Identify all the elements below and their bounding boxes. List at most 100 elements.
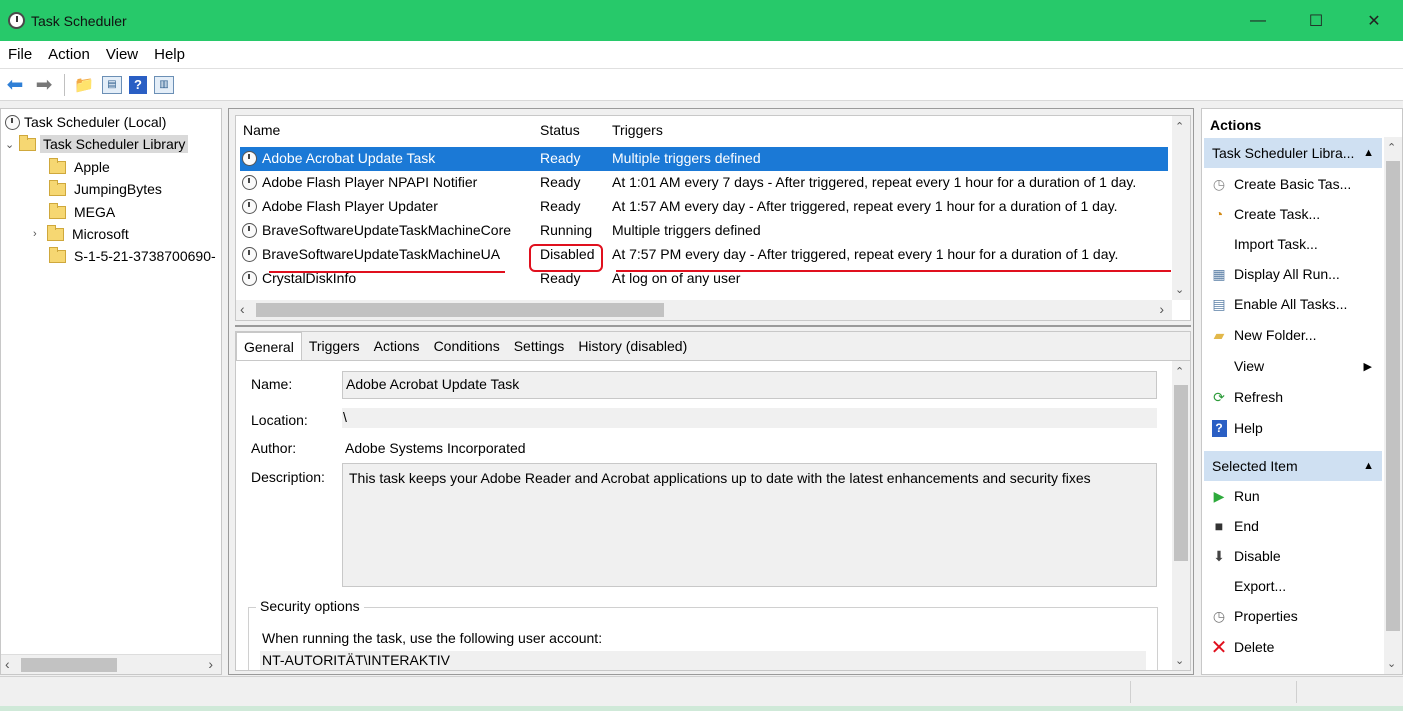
scroll-right-icon[interactable]: › <box>1159 301 1164 317</box>
minimize-button[interactable]: — <box>1229 0 1287 41</box>
name-label: Name: <box>251 376 293 392</box>
menu-file[interactable]: File <box>0 46 40 63</box>
author-field[interactable]: Adobe Systems Incorporated <box>342 436 1157 460</box>
new-folder-action[interactable]: ▰ New Folder... <box>1204 320 1382 350</box>
tree-item-apple[interactable]: Apple <box>49 156 110 178</box>
tab-triggers[interactable]: Triggers <box>302 332 367 360</box>
collapse-icon[interactable]: ▲ <box>1363 460 1374 472</box>
submenu-arrow-icon: ▶ <box>1363 360 1372 373</box>
scroll-right-icon[interactable]: › <box>208 656 213 672</box>
scroll-left-icon[interactable]: ‹ <box>5 656 10 672</box>
scrollbar-thumb[interactable] <box>256 303 664 317</box>
tree-item-microsoft[interactable]: › Microsoft <box>33 223 129 245</box>
export-action[interactable]: Export... <box>1204 571 1382 601</box>
menu-help[interactable]: Help <box>146 46 193 63</box>
table-row[interactable]: BraveSoftwareUpdateTaskMachineCore Runni… <box>240 219 1168 243</box>
table-row[interactable]: Adobe Flash Player Updater Ready At 1:57… <box>240 195 1168 219</box>
refresh-icon: ⟳ <box>1213 388 1225 405</box>
pane-splitter[interactable] <box>235 325 1191 327</box>
show-hide-action-pane-icon[interactable]: ▥ <box>154 75 174 94</box>
properties-action[interactable]: ◷ Properties <box>1204 601 1382 631</box>
collapse-icon[interactable]: ▲ <box>1363 147 1374 159</box>
scrollbar-thumb[interactable] <box>21 658 117 672</box>
folder-icon <box>49 157 66 174</box>
column-header-name[interactable]: Name <box>243 122 280 138</box>
tab-history[interactable]: History (disabled) <box>571 332 694 360</box>
user-account-field[interactable]: NT-AUTORITÄT\INTERAKTIV <box>260 651 1146 670</box>
help-icon: ? <box>1204 419 1234 437</box>
task-list-horizontal-scrollbar[interactable]: ‹ › <box>236 300 1172 320</box>
menu-view[interactable]: View <box>98 46 146 63</box>
task-list-vertical-scrollbar[interactable]: ⌃ ⌄ <box>1172 116 1190 300</box>
tab-conditions[interactable]: Conditions <box>427 332 507 360</box>
delete-action[interactable]: ✕ Delete <box>1204 632 1382 662</box>
disable-action[interactable]: ⬇ Disable <box>1204 541 1382 571</box>
table-row[interactable]: BraveSoftwareUpdateTaskMachineUA Disable… <box>240 243 1168 267</box>
help-action[interactable]: ? Help <box>1204 413 1382 443</box>
status-divider <box>1296 681 1297 703</box>
annotation-underline-trigger <box>616 270 1171 272</box>
view-action[interactable]: View ▶ <box>1204 351 1382 381</box>
chevron-right-icon[interactable]: › <box>33 228 47 240</box>
tab-actions[interactable]: Actions <box>367 332 427 360</box>
scrollbar-thumb[interactable] <box>1174 385 1188 561</box>
up-folder-icon[interactable]: 📁 <box>73 74 95 96</box>
table-row[interactable]: Adobe Acrobat Update Task Ready Multiple… <box>240 147 1168 171</box>
scrollbar-thumb[interactable] <box>1386 161 1400 631</box>
display-all-running-action[interactable]: ▦ Display All Run... <box>1204 259 1382 289</box>
author-label: Author: <box>251 440 297 456</box>
clock-icon <box>242 271 257 286</box>
column-header-status[interactable]: Status <box>540 122 580 138</box>
scroll-left-icon[interactable]: ‹ <box>240 301 245 317</box>
tab-settings[interactable]: Settings <box>507 332 572 360</box>
security-text: When running the task, use the following… <box>262 630 603 646</box>
folder-icon <box>49 246 66 263</box>
scroll-down-icon[interactable]: ⌄ <box>1175 283 1184 296</box>
scroll-down-icon[interactable]: ⌄ <box>1387 657 1396 670</box>
create-task-action[interactable]: ◔ Create Task... <box>1204 199 1382 229</box>
scroll-up-icon[interactable]: ⌃ <box>1175 365 1184 378</box>
actions-section-library[interactable]: Task Scheduler Libra... ▲ <box>1204 138 1382 168</box>
table-row[interactable]: Adobe Flash Player NPAPI Notifier Ready … <box>240 171 1168 195</box>
run-action[interactable]: ▶ Run <box>1204 481 1382 511</box>
actions-section-selected-item[interactable]: Selected Item ▲ <box>1204 451 1382 481</box>
refresh-action[interactable]: ⟳ Refresh <box>1204 382 1382 412</box>
back-arrow-icon[interactable]: ⬅ <box>4 74 26 96</box>
end-action[interactable]: ■ End <box>1204 511 1382 541</box>
clock-icon <box>5 114 20 130</box>
actions-title: Actions <box>1210 117 1262 133</box>
scroll-up-icon[interactable]: ⌃ <box>1175 120 1184 133</box>
location-field[interactable]: \ <box>342 408 1157 428</box>
center-pane: Name Status Triggers Adobe Acrobat Updat… <box>228 108 1194 675</box>
details-vertical-scrollbar[interactable]: ⌃ ⌄ <box>1172 361 1190 670</box>
actions-vertical-scrollbar[interactable]: ⌃ ⌄ <box>1384 137 1402 674</box>
description-label: Description: <box>251 469 325 485</box>
tree-root[interactable]: Task Scheduler (Local) <box>5 111 166 133</box>
tree-item-mega[interactable]: MEGA <box>49 201 115 223</box>
tree-horizontal-scrollbar[interactable]: ‹ › <box>1 654 221 674</box>
forward-arrow-icon[interactable]: ➡ <box>33 74 55 96</box>
menu-bar: File Action View Help <box>0 41 1403 69</box>
tab-general[interactable]: General <box>236 332 302 360</box>
tree-item-jumpingbytes[interactable]: JumpingBytes <box>49 178 162 200</box>
description-field[interactable]: This task keeps your Adobe Reader and Ac… <box>342 463 1157 587</box>
scroll-down-icon[interactable]: ⌄ <box>1175 654 1184 667</box>
close-button[interactable]: ✕ <box>1345 0 1403 41</box>
help-icon[interactable]: ? <box>129 75 147 94</box>
folder-icon <box>19 134 36 151</box>
column-header-triggers[interactable]: Triggers <box>612 122 663 138</box>
maximize-button[interactable]: ☐ <box>1287 0 1345 41</box>
task-icon: ◔ <box>1214 206 1224 222</box>
create-basic-task-action[interactable]: ◷ Create Basic Tas... <box>1204 169 1382 199</box>
import-task-action[interactable]: Import Task... <box>1204 229 1382 259</box>
location-label: Location: <box>251 412 308 428</box>
scroll-up-icon[interactable]: ⌃ <box>1387 141 1396 154</box>
chevron-down-icon[interactable]: ⌄ <box>5 138 19 151</box>
menu-action[interactable]: Action <box>40 46 98 63</box>
show-hide-console-tree-icon[interactable]: ▤ <box>102 75 122 94</box>
tree-item-sid[interactable]: S-1-5-21-3738700690- <box>49 245 216 267</box>
tree-item-library[interactable]: ⌄ Task Scheduler Library <box>5 133 189 155</box>
name-field[interactable]: Adobe Acrobat Update Task <box>342 371 1157 399</box>
properties-icon: ◷ <box>1212 607 1226 624</box>
enable-all-tasks-action[interactable]: ▤ Enable All Tasks... <box>1204 289 1382 319</box>
